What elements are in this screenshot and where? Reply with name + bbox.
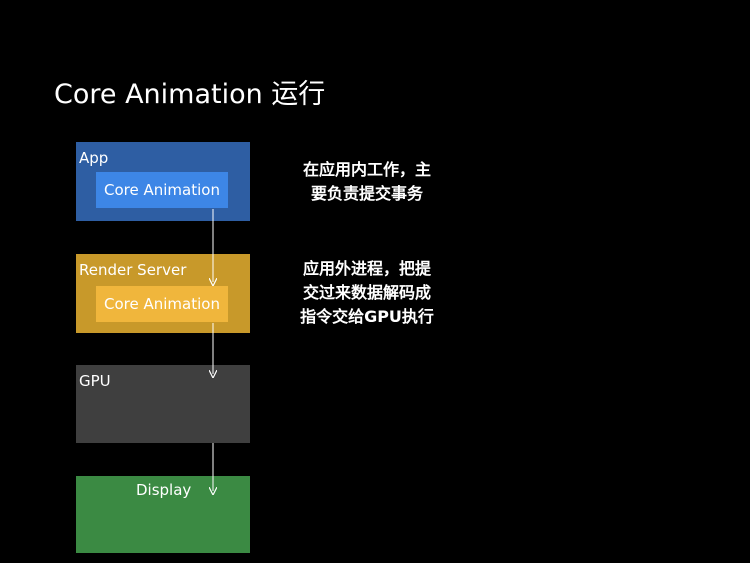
display-box: Display [76, 476, 250, 553]
display-box-label: Display [136, 481, 192, 499]
app-core-animation-box: Core Animation [96, 172, 228, 208]
render-server-box: Render Server Core Animation [76, 254, 250, 333]
app-box: App Core Animation [76, 142, 250, 221]
render-server-core-animation-box: Core Animation [96, 286, 228, 322]
gpu-box-label: GPU [79, 372, 111, 390]
app-box-label: App [79, 149, 109, 167]
gpu-box: GPU [76, 365, 250, 443]
app-description: 在应用内工作，主 要负责提交事务 [302, 160, 431, 203]
slide-title: Core Animation 运行 [54, 79, 326, 110]
render-server-description: 应用外进程，把提 交过来数据解码成 指令交给GPU执行 [300, 259, 434, 326]
render-server-box-label: Render Server [79, 261, 187, 279]
